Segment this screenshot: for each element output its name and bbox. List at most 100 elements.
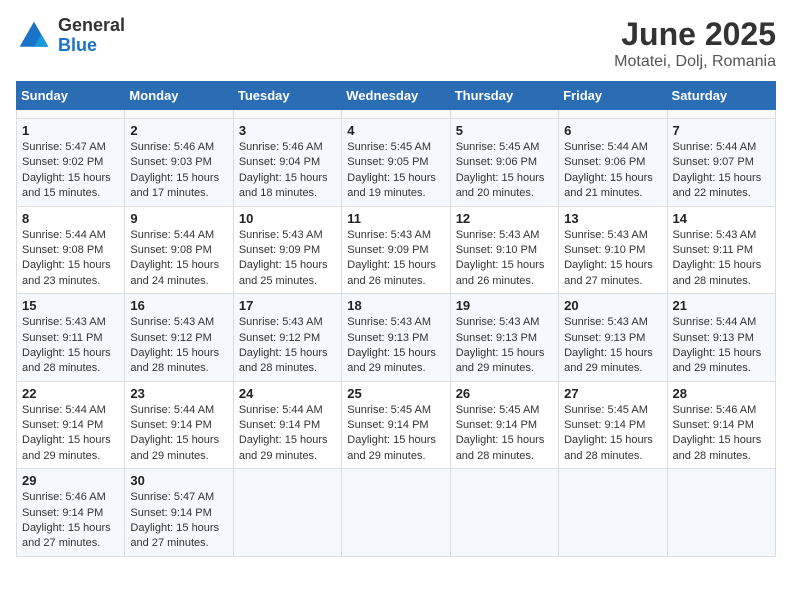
day-cell-27: 27 Sunrise: 5:45 AMSunset: 9:14 PMDaylig… xyxy=(559,381,667,469)
day-info: Sunrise: 5:43 AMSunset: 9:09 PMDaylight:… xyxy=(239,229,328,287)
day-cell-20: 20 Sunrise: 5:43 AMSunset: 9:13 PMDaylig… xyxy=(559,294,667,382)
day-number: 4 xyxy=(347,123,444,138)
day-cell-5: 5 Sunrise: 5:45 AMSunset: 9:06 PMDayligh… xyxy=(450,119,558,207)
day-info: Sunrise: 5:44 AMSunset: 9:06 PMDaylight:… xyxy=(564,141,653,199)
day-cell-24: 24 Sunrise: 5:44 AMSunset: 9:14 PMDaylig… xyxy=(233,381,341,469)
day-info: Sunrise: 5:44 AMSunset: 9:14 PMDaylight:… xyxy=(239,404,328,462)
day-number: 3 xyxy=(239,123,336,138)
day-info: Sunrise: 5:43 AMSunset: 9:12 PMDaylight:… xyxy=(239,316,328,374)
day-number: 12 xyxy=(456,211,553,226)
calendar-subtitle: Motatei, Dolj, Romania xyxy=(614,53,776,71)
day-cell-30: 30 Sunrise: 5:47 AMSunset: 9:14 PMDaylig… xyxy=(125,469,233,557)
week-row-5: 22 Sunrise: 5:44 AMSunset: 9:14 PMDaylig… xyxy=(17,381,776,469)
calendar-table: SundayMondayTuesdayWednesdayThursdayFrid… xyxy=(16,81,776,557)
day-cell-19: 19 Sunrise: 5:43 AMSunset: 9:13 PMDaylig… xyxy=(450,294,558,382)
day-number: 18 xyxy=(347,298,444,313)
day-info: Sunrise: 5:45 AMSunset: 9:14 PMDaylight:… xyxy=(347,404,436,462)
day-number: 21 xyxy=(673,298,770,313)
weekday-header-wednesday: Wednesday xyxy=(342,82,450,110)
day-info: Sunrise: 5:44 AMSunset: 9:14 PMDaylight:… xyxy=(22,404,111,462)
day-cell-4: 4 Sunrise: 5:45 AMSunset: 9:05 PMDayligh… xyxy=(342,119,450,207)
calendar-title: June 2025 xyxy=(614,16,776,53)
day-number: 7 xyxy=(673,123,770,138)
day-info: Sunrise: 5:43 AMSunset: 9:11 PMDaylight:… xyxy=(22,316,111,374)
empty-cell xyxy=(667,469,775,557)
logo-blue: Blue xyxy=(58,36,125,56)
weekday-header-friday: Friday xyxy=(559,82,667,110)
day-number: 6 xyxy=(564,123,661,138)
day-info: Sunrise: 5:43 AMSunset: 9:10 PMDaylight:… xyxy=(564,229,653,287)
day-number: 29 xyxy=(22,473,119,488)
weekday-header-sunday: Sunday xyxy=(17,82,125,110)
day-info: Sunrise: 5:44 AMSunset: 9:08 PMDaylight:… xyxy=(130,229,219,287)
day-info: Sunrise: 5:45 AMSunset: 9:14 PMDaylight:… xyxy=(564,404,653,462)
weekday-header-thursday: Thursday xyxy=(450,82,558,110)
day-cell-8: 8 Sunrise: 5:44 AMSunset: 9:08 PMDayligh… xyxy=(17,206,125,294)
empty-cell xyxy=(342,469,450,557)
weekday-header-saturday: Saturday xyxy=(667,82,775,110)
day-number: 28 xyxy=(673,386,770,401)
week-row-2: 1 Sunrise: 5:47 AMSunset: 9:02 PMDayligh… xyxy=(17,119,776,207)
day-cell-3: 3 Sunrise: 5:46 AMSunset: 9:04 PMDayligh… xyxy=(233,119,341,207)
day-cell-11: 11 Sunrise: 5:43 AMSunset: 9:09 PMDaylig… xyxy=(342,206,450,294)
empty-cell xyxy=(450,469,558,557)
empty-cell xyxy=(125,110,233,119)
day-number: 13 xyxy=(564,211,661,226)
day-number: 11 xyxy=(347,211,444,226)
week-row-4: 15 Sunrise: 5:43 AMSunset: 9:11 PMDaylig… xyxy=(17,294,776,382)
day-number: 17 xyxy=(239,298,336,313)
day-info: Sunrise: 5:44 AMSunset: 9:14 PMDaylight:… xyxy=(130,404,219,462)
day-cell-10: 10 Sunrise: 5:43 AMSunset: 9:09 PMDaylig… xyxy=(233,206,341,294)
weekday-header-tuesday: Tuesday xyxy=(233,82,341,110)
day-info: Sunrise: 5:45 AMSunset: 9:14 PMDaylight:… xyxy=(456,404,545,462)
day-number: 8 xyxy=(22,211,119,226)
day-info: Sunrise: 5:43 AMSunset: 9:13 PMDaylight:… xyxy=(564,316,653,374)
empty-cell xyxy=(233,469,341,557)
day-cell-21: 21 Sunrise: 5:44 AMSunset: 9:13 PMDaylig… xyxy=(667,294,775,382)
empty-cell xyxy=(233,110,341,119)
day-cell-18: 18 Sunrise: 5:43 AMSunset: 9:13 PMDaylig… xyxy=(342,294,450,382)
day-info: Sunrise: 5:44 AMSunset: 9:13 PMDaylight:… xyxy=(673,316,762,374)
week-row-3: 8 Sunrise: 5:44 AMSunset: 9:08 PMDayligh… xyxy=(17,206,776,294)
day-info: Sunrise: 5:43 AMSunset: 9:12 PMDaylight:… xyxy=(130,316,219,374)
page-header: General Blue June 2025 Motatei, Dolj, Ro… xyxy=(16,16,776,71)
logo-icon xyxy=(16,18,52,54)
week-row-6: 29 Sunrise: 5:46 AMSunset: 9:14 PMDaylig… xyxy=(17,469,776,557)
day-number: 16 xyxy=(130,298,227,313)
day-number: 2 xyxy=(130,123,227,138)
day-number: 23 xyxy=(130,386,227,401)
empty-cell xyxy=(667,110,775,119)
day-info: Sunrise: 5:47 AMSunset: 9:14 PMDaylight:… xyxy=(130,491,219,549)
day-number: 15 xyxy=(22,298,119,313)
day-number: 25 xyxy=(347,386,444,401)
empty-cell xyxy=(559,469,667,557)
logo: General Blue xyxy=(16,16,125,56)
day-info: Sunrise: 5:43 AMSunset: 9:11 PMDaylight:… xyxy=(673,229,762,287)
day-number: 27 xyxy=(564,386,661,401)
day-cell-9: 9 Sunrise: 5:44 AMSunset: 9:08 PMDayligh… xyxy=(125,206,233,294)
day-cell-23: 23 Sunrise: 5:44 AMSunset: 9:14 PMDaylig… xyxy=(125,381,233,469)
day-cell-2: 2 Sunrise: 5:46 AMSunset: 9:03 PMDayligh… xyxy=(125,119,233,207)
day-number: 22 xyxy=(22,386,119,401)
day-number: 19 xyxy=(456,298,553,313)
day-cell-28: 28 Sunrise: 5:46 AMSunset: 9:14 PMDaylig… xyxy=(667,381,775,469)
day-number: 10 xyxy=(239,211,336,226)
day-info: Sunrise: 5:46 AMSunset: 9:14 PMDaylight:… xyxy=(673,404,762,462)
day-number: 30 xyxy=(130,473,227,488)
day-info: Sunrise: 5:46 AMSunset: 9:14 PMDaylight:… xyxy=(22,491,111,549)
day-number: 20 xyxy=(564,298,661,313)
day-cell-16: 16 Sunrise: 5:43 AMSunset: 9:12 PMDaylig… xyxy=(125,294,233,382)
week-row-1 xyxy=(17,110,776,119)
day-cell-26: 26 Sunrise: 5:45 AMSunset: 9:14 PMDaylig… xyxy=(450,381,558,469)
day-info: Sunrise: 5:43 AMSunset: 9:13 PMDaylight:… xyxy=(347,316,436,374)
logo-general: General xyxy=(58,16,125,36)
day-cell-7: 7 Sunrise: 5:44 AMSunset: 9:07 PMDayligh… xyxy=(667,119,775,207)
day-info: Sunrise: 5:46 AMSunset: 9:04 PMDaylight:… xyxy=(239,141,328,199)
day-cell-29: 29 Sunrise: 5:46 AMSunset: 9:14 PMDaylig… xyxy=(17,469,125,557)
weekday-header-monday: Monday xyxy=(125,82,233,110)
day-info: Sunrise: 5:47 AMSunset: 9:02 PMDaylight:… xyxy=(22,141,111,199)
logo-text: General Blue xyxy=(58,16,125,56)
day-cell-6: 6 Sunrise: 5:44 AMSunset: 9:06 PMDayligh… xyxy=(559,119,667,207)
day-info: Sunrise: 5:44 AMSunset: 9:08 PMDaylight:… xyxy=(22,229,111,287)
day-number: 26 xyxy=(456,386,553,401)
